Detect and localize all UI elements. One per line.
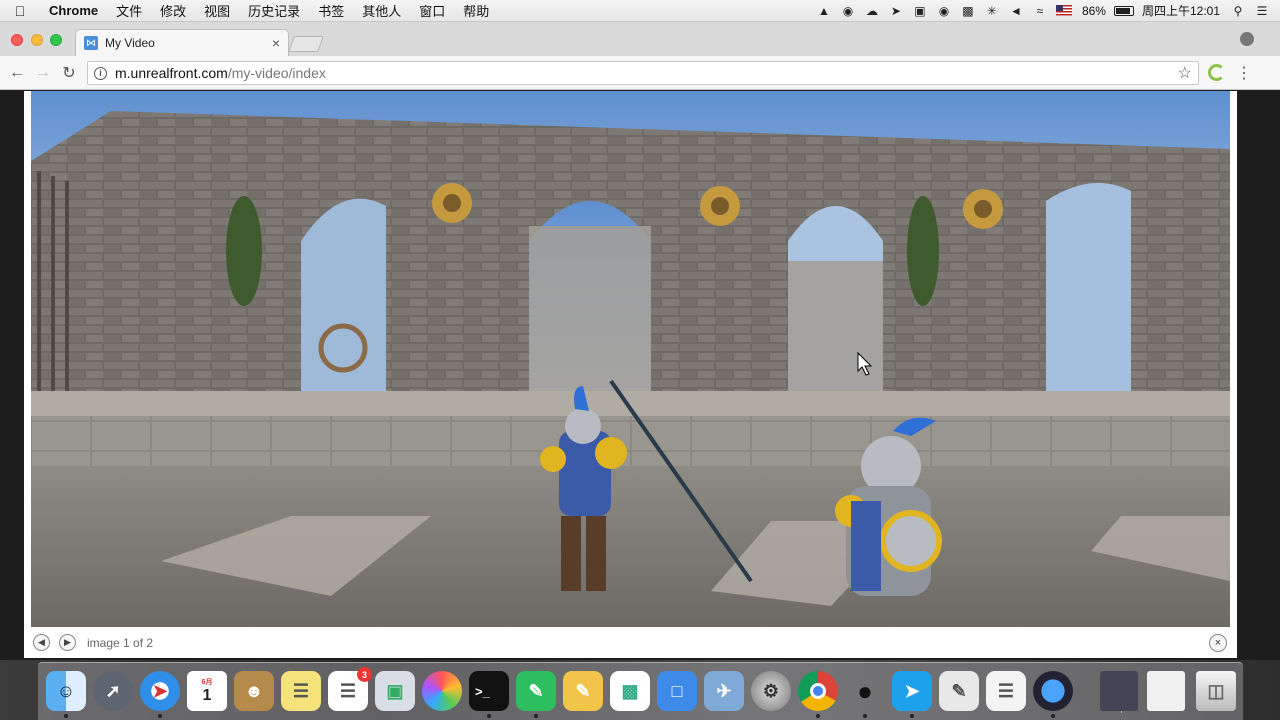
textedit-icon[interactable]: ☰ xyxy=(986,671,1026,711)
terminal-icon[interactable]: >_ xyxy=(469,671,509,711)
spotlight-search-icon[interactable]: ⚲ xyxy=(1226,0,1250,22)
terminal-status-icon[interactable]: ▩ xyxy=(956,0,980,22)
evernote-icon[interactable]: ✎ xyxy=(516,671,556,711)
zoom-window-button[interactable] xyxy=(50,34,62,46)
system-preferences-icon[interactable]: ⚙ xyxy=(751,671,791,711)
notes-icon[interactable]: ☰ xyxy=(281,671,321,711)
battery-percent[interactable]: 86% xyxy=(1076,4,1112,18)
photos-icon[interactable] xyxy=(422,671,462,711)
keynote-icon[interactable]: □ xyxy=(657,671,697,711)
tab-close-icon[interactable]: × xyxy=(272,35,280,51)
running-indicator xyxy=(1051,714,1055,718)
running-indicator xyxy=(863,714,867,718)
image-lightbox: ◀ ▶ image 1 of 2 × xyxy=(24,91,1237,658)
menu-item-window[interactable]: 窗口 xyxy=(410,1,454,20)
safari-icon[interactable]: ➤ xyxy=(140,671,180,711)
lightbox-caption-bar: ◀ ▶ image 1 of 2 × xyxy=(24,627,1237,658)
browser-window: ⋈ My Video × ← → ↻ i m.unrealfront.com/m… xyxy=(0,22,1280,660)
menu-item-view[interactable]: 视图 xyxy=(195,1,239,20)
sync-status-icon[interactable]: ▣ xyxy=(908,0,932,22)
input-source-flag-icon[interactable] xyxy=(1052,0,1076,22)
game-screenshot-image xyxy=(31,91,1230,627)
reload-icon[interactable]: ↻ xyxy=(58,62,80,84)
menu-item-people[interactable]: 其他人 xyxy=(353,1,410,20)
forward-arrow-icon[interactable]: → xyxy=(32,62,54,84)
qq-icon[interactable]: ● xyxy=(845,671,885,711)
profile-avatar-icon[interactable] xyxy=(1240,32,1254,46)
menu-item-bookmarks[interactable]: 书签 xyxy=(309,1,353,20)
volume-icon[interactable]: ◄ xyxy=(1004,0,1028,22)
battery-icon[interactable] xyxy=(1112,0,1136,22)
contacts-icon[interactable]: ☻ xyxy=(234,671,274,711)
preview-icon[interactable]: ▣ xyxy=(375,671,415,711)
running-indicator xyxy=(158,714,162,718)
calendar-day: 1 xyxy=(202,687,212,704)
quicktime-icon[interactable] xyxy=(1033,671,1073,711)
tab-strip: ⋈ My Video × xyxy=(0,22,1280,56)
qq-status-icon[interactable]: ▲ xyxy=(812,0,836,22)
menu-bar:  Chrome 文件 修改 视图 历史记录 书签 其他人 窗口 帮助 ▲ ◉ … xyxy=(0,0,1280,22)
document-app-icon[interactable]: ✎ xyxy=(939,671,979,711)
menu-app-name[interactable]: Chrome xyxy=(40,3,107,18)
new-tab-button[interactable] xyxy=(288,36,324,52)
url-host: m.unrealfront.com xyxy=(115,65,228,81)
calendar-icon[interactable]: 6月 1 xyxy=(187,671,227,711)
next-image-button[interactable]: ▶ xyxy=(59,634,76,651)
send-app-icon[interactable]: ➤ xyxy=(892,671,932,711)
wifi-icon[interactable]: ≈ xyxy=(1028,0,1052,22)
running-indicator xyxy=(910,714,914,718)
running-indicator xyxy=(534,714,538,718)
bluetooth-icon[interactable]: ✳ xyxy=(980,0,1004,22)
running-indicator xyxy=(64,714,68,718)
address-bar[interactable]: i m.unrealfront.com/my-video/index ☆ xyxy=(87,61,1199,85)
menu-item-edit[interactable]: 修改 xyxy=(151,1,195,20)
downloads-stack-icon[interactable] xyxy=(1147,671,1185,711)
browser-toolbar: ← → ↻ i m.unrealfront.com/my-video/index… xyxy=(0,56,1280,90)
tab-title: My Video xyxy=(105,36,155,50)
back-arrow-icon[interactable]: ← xyxy=(6,62,28,84)
image-capture-icon[interactable]: ✈ xyxy=(704,671,744,711)
site-favicon-icon: ⋈ xyxy=(84,36,98,50)
page-content: ◀ ▶ image 1 of 2 × xyxy=(0,91,1280,660)
calendar-month: 6月 xyxy=(201,679,213,686)
menu-item-history[interactable]: 历史记录 xyxy=(239,1,309,20)
apple-menu-icon[interactable]:  xyxy=(0,3,40,19)
url-path: /my-video/index xyxy=(227,65,326,81)
numbers-icon[interactable]: ▩ xyxy=(610,671,650,711)
reminders-badge: 3 xyxy=(357,667,372,682)
menu-item-help[interactable]: 帮助 xyxy=(454,1,498,20)
close-window-button[interactable] xyxy=(11,34,23,46)
previous-image-button[interactable]: ◀ xyxy=(33,634,50,651)
game-scene-illustration xyxy=(31,91,1230,627)
tab-my-video[interactable]: ⋈ My Video × xyxy=(75,29,289,56)
launchpad-icon[interactable]: ➚ xyxy=(93,671,133,711)
send-status-icon[interactable]: ➤ xyxy=(884,0,908,22)
vpn-status-icon[interactable]: ◉ xyxy=(836,0,860,22)
pages-icon[interactable]: ✎ xyxy=(563,671,603,711)
chrome-menu-icon[interactable]: ⋮ xyxy=(1236,63,1252,83)
site-info-icon[interactable]: i xyxy=(94,66,107,80)
running-indicator xyxy=(487,714,491,718)
dock: ☺ ➚ ➤ 6月 1 ☻ ☰ ☰ 3 ▣ >_ ✎ ✎ ▩ □ ✈ ⚙ ● ➤ … xyxy=(38,662,1243,720)
minimized-window-icon[interactable] xyxy=(1100,671,1138,711)
finder-icon[interactable]: ☺ xyxy=(46,671,86,711)
image-counter: image 1 of 2 xyxy=(87,635,154,650)
menubar-clock[interactable]: 周四上午12:01 xyxy=(1136,2,1226,19)
chrome-icon[interactable] xyxy=(798,671,838,711)
close-lightbox-button[interactable]: × xyxy=(1209,634,1227,652)
running-indicator xyxy=(816,714,820,718)
cloud-status-icon[interactable]: ☁ xyxy=(860,0,884,22)
bookmark-star-icon[interactable]: ☆ xyxy=(1178,63,1192,83)
menu-item-file[interactable]: 文件 xyxy=(107,1,151,20)
trash-icon[interactable]: ◫ xyxy=(1196,671,1236,711)
reminders-icon[interactable]: ☰ 3 xyxy=(328,667,372,711)
record-status-icon[interactable]: ◉ xyxy=(932,0,956,22)
grammarly-extension-icon[interactable] xyxy=(1208,64,1225,81)
minimize-window-button[interactable] xyxy=(31,34,43,46)
notification-center-icon[interactable]: ☰ xyxy=(1250,0,1274,22)
